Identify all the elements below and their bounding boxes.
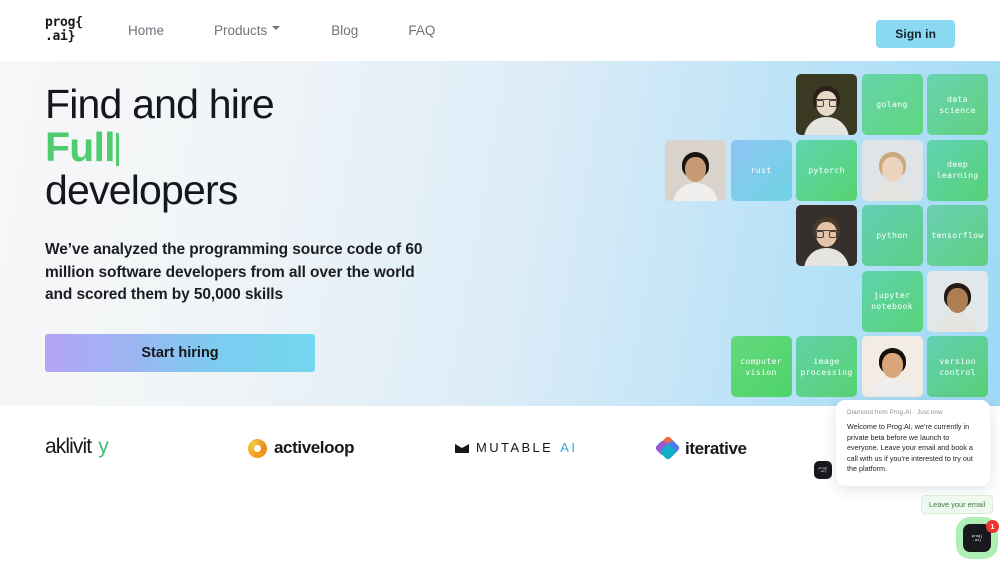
skill-tile-python[interactable]: python (861, 205, 923, 266)
hero-subtitle: We’ve analyzed the programming source co… (45, 241, 423, 303)
headline-highlight: Full (45, 124, 115, 170)
chat-message-meta: Diamond from Prog.AI · Just now (847, 409, 943, 416)
brand-iterative-text: iterative (685, 438, 747, 458)
photo-shoulders (804, 117, 849, 135)
mutable-mark-icon (455, 443, 469, 453)
iterative-diamonds-icon (654, 435, 681, 461)
nav-item-products[interactable]: Products (214, 23, 307, 38)
chat-launcher-mark-icon: prog{ .ai} (971, 534, 983, 542)
site-header: prog{ .ai} Home Products Blog FAQ Sign i… (0, 0, 1000, 61)
nav-label-home: Home (128, 23, 165, 38)
skill-tile-version-control[interactable]: version control (927, 336, 988, 397)
chat-avatar-mark-icon: prog{ .ai} (818, 465, 828, 473)
brand-logo[interactable]: prog{ .ai} (45, 16, 83, 44)
page-title: Find and hire Full developers (45, 83, 485, 212)
headline-line-1: Find and hire (45, 81, 275, 127)
photo-face (881, 156, 903, 182)
nav-label-blog: Blog (331, 23, 359, 38)
chat-quick-reply-leave-email[interactable]: Leave your email (921, 495, 994, 514)
brand-logo-line1: prog{ (45, 15, 83, 30)
landing-page: prog{ .ai} Home Products Blog FAQ Sign i… (0, 0, 1000, 563)
brand-mutable-text: MUTABLE (476, 440, 554, 455)
brand-aklivity-accent: y (98, 435, 108, 458)
hero-section: Find and hire Full developers We’ve anal… (0, 61, 1000, 406)
hero-copy: Find and hire Full developers We’ve anal… (45, 83, 485, 372)
photo-shoulders (935, 313, 980, 332)
skill-tile-rust[interactable]: rust (730, 139, 792, 201)
skill-photo-grid: golang data science rust pytorch deep learni… (665, 74, 995, 404)
skill-tile-tensorflow[interactable]: tensorflow (927, 205, 988, 266)
developer-photo-tile[interactable] (796, 205, 857, 266)
headline-line-2: Full (45, 126, 485, 169)
sign-in-button[interactable]: Sign in (876, 20, 955, 48)
skill-tile-golang[interactable]: golang (861, 74, 923, 135)
chevron-down-icon (272, 25, 281, 34)
skill-tile-pytorch[interactable]: pytorch (796, 139, 857, 201)
developer-photo-tile[interactable] (665, 139, 726, 201)
brand-activeloop-text: activeloop (274, 438, 355, 457)
developer-photo-tile[interactable] (796, 74, 857, 135)
photo-face (947, 287, 968, 313)
brand-mutable-accent: AI (560, 440, 578, 455)
nav-label-products: Products (214, 23, 268, 38)
photo-shoulders (804, 248, 849, 266)
photo-shoulders (869, 182, 915, 201)
photo-shoulders (673, 182, 718, 201)
photo-glasses (816, 230, 837, 238)
photo-shoulders (869, 379, 915, 397)
photo-face (881, 353, 903, 378)
developer-photo-tile[interactable] (861, 336, 923, 397)
chat-message-bubble: Diamond from Prog.AI · Just now Welcome … (836, 400, 990, 486)
chat-message-text: Welcome to Prog.AI, we’re currently in p… (847, 422, 973, 473)
chat-unread-badge: 1 (986, 520, 999, 533)
brand-logo-line2: .ai} (45, 29, 76, 44)
brand-iterative[interactable]: iterative (654, 435, 747, 461)
developer-photo-tile[interactable] (927, 270, 988, 332)
brand-mutableai[interactable]: MUTABLE AI (455, 440, 577, 455)
skill-tile-jupyter-notebook[interactable]: jupyter notebook (861, 270, 923, 332)
skill-tile-image-processing[interactable]: image processing (796, 336, 857, 397)
skill-tile-data-science[interactable]: data science (927, 74, 988, 135)
brand-aklivity-text: aklivit (45, 435, 92, 458)
developer-photo-tile[interactable] (861, 139, 923, 201)
chat-agent-avatar: prog{ .ai} (814, 461, 832, 479)
activeloop-ring-icon (248, 438, 267, 458)
typing-caret-icon (115, 133, 119, 166)
nav-item-home[interactable]: Home (128, 23, 190, 38)
brand-aklivity[interactable]: aklivit y (45, 435, 109, 459)
headline-line-3: developers (45, 167, 238, 213)
nav-item-faq[interactable]: FAQ (408, 23, 461, 38)
photo-glasses (816, 99, 837, 107)
nav-label-faq: FAQ (408, 23, 436, 38)
main-nav: Home Products Blog FAQ (128, 0, 461, 61)
skill-tile-deep-learning[interactable]: deep learning (927, 139, 988, 201)
nav-item-blog[interactable]: Blog (331, 23, 384, 38)
skill-tile-computer-vision[interactable]: computer vision (730, 336, 792, 397)
photo-face (685, 156, 706, 182)
brand-activeloop[interactable]: activeloop (248, 438, 354, 458)
start-hiring-button[interactable]: Start hiring (45, 333, 315, 372)
